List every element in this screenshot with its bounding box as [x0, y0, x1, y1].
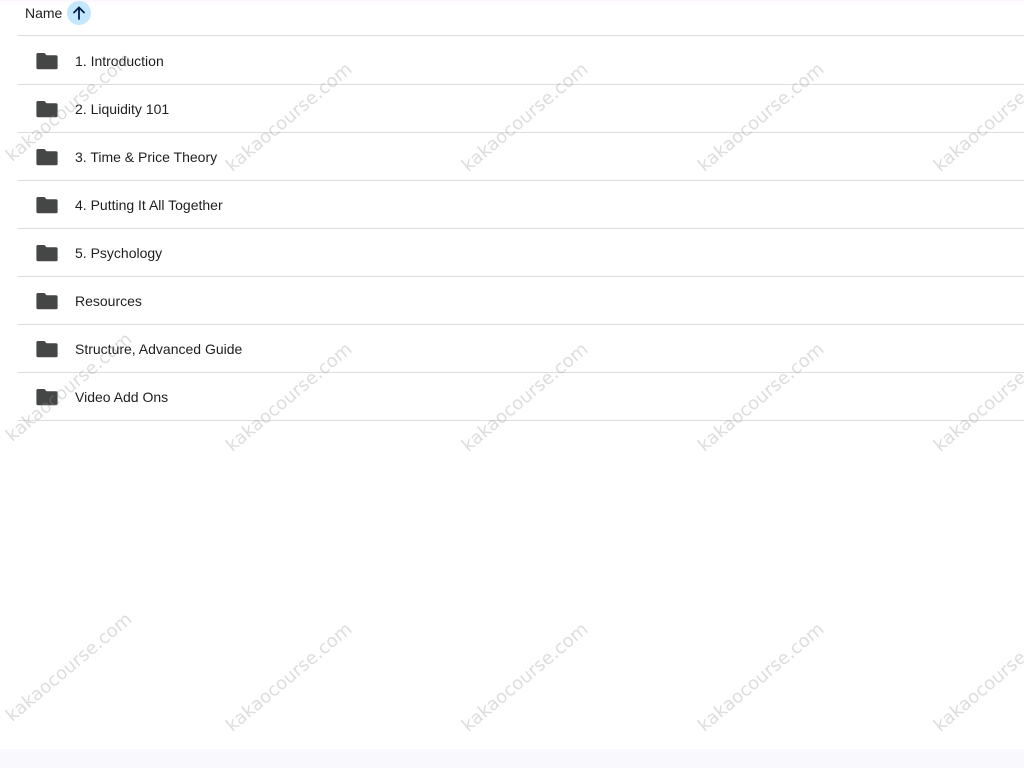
folder-row[interactable]: 4. Putting It All Together [18, 181, 1024, 229]
folder-row[interactable]: Structure, Advanced Guide [18, 325, 1024, 373]
watermark: kakaocourse.com [222, 618, 357, 737]
watermark: kakaocourse.com [930, 618, 1024, 737]
folder-icon [36, 196, 58, 214]
folder-row[interactable]: 1. Introduction [18, 37, 1024, 85]
folder-icon [36, 388, 58, 406]
file-list-view: Name 1. Introduction 2. Liquidity 101 3.… [0, 0, 1024, 768]
folder-list: 1. Introduction 2. Liquidity 101 3. Time… [18, 37, 1024, 421]
folder-icon [36, 292, 58, 310]
folder-icon [36, 244, 58, 262]
watermark: kakaocourse.com [458, 618, 593, 737]
folder-name: 1. Introduction [75, 53, 164, 69]
folder-icon [36, 340, 58, 358]
watermark: kakaocourse.com [694, 618, 829, 737]
watermark: kakaocourse.com [2, 608, 137, 727]
folder-row[interactable]: 3. Time & Price Theory [18, 133, 1024, 181]
sort-direction-button[interactable] [67, 1, 91, 25]
arrow-up-icon [73, 6, 85, 20]
folder-name: 2. Liquidity 101 [75, 101, 170, 117]
bottom-edge [0, 749, 1024, 768]
folder-icon [36, 52, 58, 70]
folder-name: 5. Psychology [75, 245, 163, 261]
folder-name: Video Add Ons [75, 389, 169, 405]
folder-row[interactable]: Resources [18, 277, 1024, 325]
folder-name: 4. Putting It All Together [75, 197, 223, 213]
list-header: Name [18, 0, 1024, 36]
folder-row[interactable]: 2. Liquidity 101 [18, 85, 1024, 133]
folder-row[interactable]: 5. Psychology [18, 229, 1024, 277]
folder-icon [36, 148, 58, 166]
folder-name: Resources [75, 293, 142, 309]
folder-row[interactable]: Video Add Ons [18, 373, 1024, 421]
folder-name: Structure, Advanced Guide [75, 341, 243, 357]
folder-name: 3. Time & Price Theory [75, 149, 218, 165]
name-column-header[interactable]: Name [25, 5, 62, 21]
folder-icon [36, 100, 58, 118]
